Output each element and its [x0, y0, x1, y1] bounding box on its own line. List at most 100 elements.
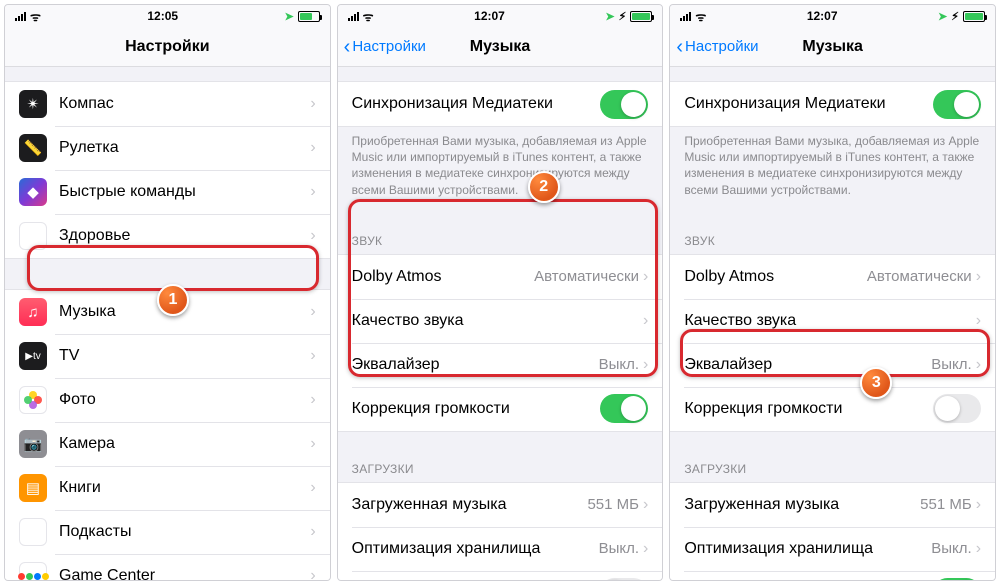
section-header-sound: ЗВУК	[338, 228, 663, 254]
chevron-right-icon: ›	[310, 391, 315, 409]
chevron-right-icon: ›	[310, 567, 315, 580]
music-settings-list[interactable]: Синхронизация Медиатеки Приобретенная Ва…	[338, 67, 663, 580]
chevron-right-icon: ›	[643, 496, 648, 514]
cell-signal-icon	[680, 11, 691, 21]
row-sync-library[interactable]: Синхронизация Медиатеки	[670, 82, 995, 126]
chevron-right-icon: ›	[310, 479, 315, 497]
books-icon: ▤	[19, 474, 47, 502]
row-cellular-downloads[interactable]: Загрузки по сотовой сети	[338, 571, 663, 580]
chevron-right-icon: ›	[310, 303, 315, 321]
tv-icon: ▶tv	[19, 342, 47, 370]
toggle-cellular-downloads[interactable]	[600, 578, 648, 580]
gamecenter-icon	[19, 562, 47, 580]
settings-row-measure[interactable]: 📏 Рулетка ›	[5, 126, 330, 170]
settings-row-camera[interactable]: 📷 Камера ›	[5, 422, 330, 466]
back-button[interactable]: ‹ Настройки	[344, 27, 426, 66]
chevron-right-icon: ›	[643, 268, 648, 286]
charging-icon: ⚡︎	[951, 10, 959, 23]
row-volume-correction[interactable]: Коррекция громкости	[338, 387, 663, 431]
toggle-volume-correction[interactable]	[600, 394, 648, 423]
settings-row-podcasts[interactable]: ◉ Подкасты ›	[5, 510, 330, 554]
status-bar: ᯤ 12:07 ➤ ⚡︎	[670, 5, 995, 27]
location-icon: ➤	[938, 10, 947, 23]
battery-icon	[298, 11, 320, 22]
screenshot-1-settings: ᯤ 12:05 ➤ Настройки ✴︎ Компас › 📏 Рулетк…	[4, 4, 331, 581]
toggle-sync-library[interactable]	[933, 90, 981, 119]
status-bar: ᯤ 12:07 ➤ ⚡︎	[338, 5, 663, 27]
podcasts-icon: ◉	[19, 518, 47, 546]
row-downloaded-music[interactable]: Загруженная музыка 551 МБ ›	[670, 483, 995, 527]
screenshot-2-music-settings: ᯤ 12:07 ➤ ⚡︎ ‹ Настройки Музыка Синхрони…	[337, 4, 664, 581]
back-label: Настройки	[352, 38, 426, 55]
row-audio-quality[interactable]: Качество звука ›	[338, 299, 663, 343]
page-title: Настройки	[125, 38, 209, 56]
toggle-cellular-downloads[interactable]	[933, 578, 981, 580]
page-title: Музыка	[802, 38, 863, 56]
settings-row-books[interactable]: ▤ Книги ›	[5, 466, 330, 510]
status-bar: ᯤ 12:05 ➤	[5, 5, 330, 27]
settings-row-shortcuts[interactable]: ◆ Быстрые команды ›	[5, 170, 330, 214]
wifi-icon: ᯤ	[363, 8, 374, 25]
page-title: Музыка	[470, 38, 531, 56]
chevron-right-icon: ›	[643, 540, 648, 558]
settings-list[interactable]: ✴︎ Компас › 📏 Рулетка › ◆ Быстрые команд…	[5, 67, 330, 580]
charging-icon: ⚡︎	[619, 10, 627, 23]
chevron-right-icon: ›	[310, 95, 315, 113]
row-volume-correction[interactable]: Коррекция громкости	[670, 387, 995, 431]
location-icon: ➤	[605, 10, 614, 23]
chevron-right-icon: ›	[643, 356, 648, 374]
music-settings-list[interactable]: Синхронизация Медиатеки Приобретенная Ва…	[670, 67, 995, 580]
chevron-right-icon: ›	[310, 183, 315, 201]
row-audio-quality[interactable]: Качество звука ›	[670, 299, 995, 343]
sync-footer: Приобретенная Вами музыка, добавляемая и…	[338, 127, 663, 204]
cell-signal-icon	[15, 11, 26, 21]
settings-row-gamecenter[interactable]: Game Center ›	[5, 554, 330, 580]
settings-row-tv[interactable]: ▶tv TV ›	[5, 334, 330, 378]
settings-row-compass[interactable]: ✴︎ Компас ›	[5, 82, 330, 126]
navbar: ‹ Настройки Музыка	[338, 27, 663, 67]
photos-icon	[19, 386, 47, 414]
status-time: 12:07	[474, 9, 505, 23]
back-button[interactable]: ‹ Настройки	[676, 27, 758, 66]
section-header-sound: ЗВУК	[670, 228, 995, 254]
shortcuts-icon: ◆	[19, 178, 47, 206]
toggle-sync-library[interactable]	[600, 90, 648, 119]
camera-icon: 📷	[19, 430, 47, 458]
chevron-right-icon: ›	[976, 312, 981, 330]
settings-row-photos[interactable]: Фото ›	[5, 378, 330, 422]
navbar: Настройки	[5, 27, 330, 67]
settings-row-music[interactable]: ♫ Музыка ›	[5, 290, 330, 334]
chevron-right-icon: ›	[310, 139, 315, 157]
location-icon: ➤	[284, 10, 293, 23]
measure-icon: 📏	[19, 134, 47, 162]
cell-signal-icon	[348, 11, 359, 21]
status-time: 12:07	[807, 9, 838, 23]
battery-icon	[963, 11, 985, 22]
settings-row-health[interactable]: ♥ Здоровье ›	[5, 214, 330, 258]
sync-footer: Приобретенная Вами музыка, добавляемая и…	[670, 127, 995, 204]
section-header-downloads: ЗАГРУЗКИ	[670, 456, 995, 482]
row-downloaded-music[interactable]: Загруженная музыка 551 МБ ›	[338, 483, 663, 527]
toggle-volume-correction[interactable]	[933, 394, 981, 423]
chevron-right-icon: ›	[310, 227, 315, 245]
row-sync-library[interactable]: Синхронизация Медиатеки	[338, 82, 663, 126]
wifi-icon: ᯤ	[695, 8, 706, 25]
chevron-right-icon: ›	[976, 540, 981, 558]
row-equalizer[interactable]: Эквалайзер Выкл. ›	[338, 343, 663, 387]
navbar: ‹ Настройки Музыка	[670, 27, 995, 67]
chevron-right-icon: ›	[976, 496, 981, 514]
row-storage-optimization[interactable]: Оптимизация хранилища Выкл. ›	[338, 527, 663, 571]
row-dolby-atmos[interactable]: Dolby Atmos Автоматически ›	[670, 255, 995, 299]
chevron-right-icon: ›	[310, 347, 315, 365]
row-storage-optimization[interactable]: Оптимизация хранилища Выкл. ›	[670, 527, 995, 571]
row-cellular-downloads[interactable]: Загрузки по сотовой сети	[670, 571, 995, 580]
battery-icon	[630, 11, 652, 22]
chevron-left-icon: ‹	[676, 37, 683, 57]
row-dolby-atmos[interactable]: Dolby Atmos Автоматически ›	[338, 255, 663, 299]
back-label: Настройки	[685, 38, 759, 55]
music-icon: ♫	[19, 298, 47, 326]
section-header-downloads: ЗАГРУЗКИ	[338, 456, 663, 482]
compass-icon: ✴︎	[19, 90, 47, 118]
status-time: 12:05	[147, 9, 178, 23]
row-equalizer[interactable]: Эквалайзер Выкл. ›	[670, 343, 995, 387]
